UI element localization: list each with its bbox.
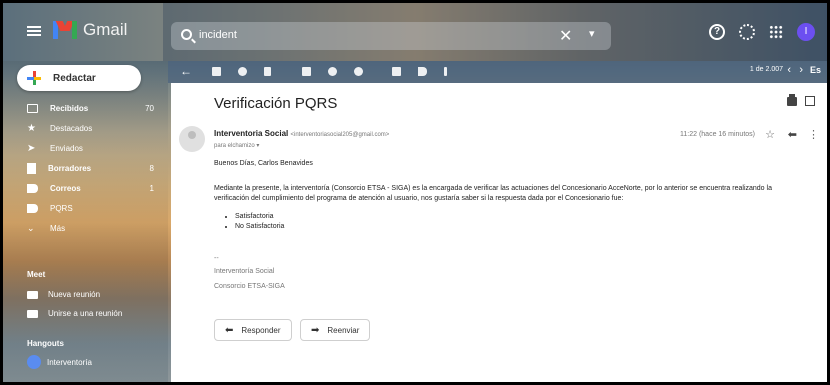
message-toolbar: ← 1 de 2.007 ‹ › Es [168,61,827,83]
join-meeting-label: Unirse a una reunión [48,309,123,318]
recipient-details[interactable]: para elchamizo ▾ [214,142,259,149]
compose-button[interactable]: Redactar [17,65,141,91]
sender-avatar [179,126,205,152]
reply-arrow-icon: ⬅ [225,324,234,336]
inbox-icon [27,103,38,113]
draft-icon [27,162,36,174]
gmail-window: Gmail incident ✕ ▾ ? I Redactar Recibido… [3,3,827,382]
previous-message-icon[interactable]: ‹ [787,64,791,76]
gmail-logo-text: Gmail [83,20,128,39]
message-time: 11:22 (hace 16 minutos) [680,131,755,138]
unread-count: 1 [149,183,154,193]
star-icon: ★ [27,122,36,134]
mark-unread-icon[interactable] [302,67,311,76]
new-meeting-button[interactable]: Nueva reunión [27,290,100,299]
sidebar-item-drafts[interactable]: Borradores 8 [3,158,168,178]
pagination-text: 1 de 2.007 [749,66,783,73]
compose-plus-icon [27,71,41,85]
new-meeting-label: Nueva reunión [48,290,101,299]
sidebar-nav: Recibidos 70 ★ Destacados ➤ Enviados Bor… [3,98,168,238]
main-menu-icon[interactable] [27,26,41,36]
hangouts-user-name: Interventoría [47,357,92,367]
sidebar-item-label: PQRS [50,203,73,213]
account-avatar[interactable]: I [797,23,815,41]
search-bar[interactable]: incident ✕ ▾ [171,22,611,50]
sidebar-item-pqrs[interactable]: PQRS [3,198,168,218]
archive-icon[interactable] [212,67,221,76]
print-icon[interactable] [787,94,797,106]
send-icon: ➤ [27,142,36,154]
settings-gear-icon[interactable] [739,24,755,40]
sender-line: Interventoria Social <interventoriasocia… [214,129,389,138]
message-subject: Verificación PQRS [214,95,338,112]
compose-label: Redactar [53,72,96,84]
sidebar-item-inbox[interactable]: Recibidos 70 [3,98,168,118]
forward-arrow-icon: ➡ [311,324,320,336]
more-options-icon[interactable] [444,67,447,76]
forward-button[interactable]: ➡ Reenviar [300,319,371,341]
list-item: Satisfactoria [235,213,284,220]
search-icon[interactable] [181,29,192,40]
search-input[interactable]: incident [199,29,237,41]
message-view: Verificación PQRS Interventoria Social <… [171,83,827,382]
forward-label: Reenviar [327,325,360,335]
join-meeting-button[interactable]: Unirse a una reunión [27,309,122,318]
sidebar-item-sent[interactable]: ➤ Enviados [3,138,168,158]
keyboard-icon [27,309,38,318]
search-options-icon[interactable]: ▾ [589,27,595,40]
chevron-down-icon: ⌄ [27,222,35,233]
options-list: Satisfactoria No Satisfactoria [235,213,284,233]
report-spam-icon[interactable] [238,67,247,76]
signature-line-1: Interventoría Social [214,268,275,275]
sidebar-item-label: Recibidos [50,103,89,113]
apps-grid-icon[interactable] [769,25,783,39]
back-arrow-icon[interactable]: ← [180,64,192,78]
sidebar-item-label: Destacados [50,123,93,133]
label-icon [27,183,38,193]
hangouts-user[interactable]: Interventoría [27,355,92,369]
clear-search-icon[interactable]: ✕ [559,26,572,46]
add-task-icon[interactable] [354,67,363,76]
greeting: Buenos Días, Carlos Benavides [214,160,313,167]
hangouts-section-title: Hangouts [27,339,64,348]
delete-icon[interactable] [264,67,271,76]
more-vert-icon[interactable]: ⋮ [808,128,819,141]
reply-icon[interactable]: ⬅ [788,128,797,141]
sidebar-item-label: Borradores [48,163,92,173]
message-paragraph: Mediante la presente, la interventoría (… [214,185,772,202]
sidebar-item-correos[interactable]: Correos 1 [3,178,168,198]
header-actions: ? I [709,23,815,41]
move-to-icon[interactable] [392,67,401,76]
reply-button[interactable]: ⬅ Responder [214,319,292,341]
list-item: No Satisfactoria [235,223,284,230]
user-avatar-icon [27,355,41,369]
video-camera-icon [27,290,38,299]
label-icon [27,203,38,213]
unread-count: 70 [145,103,154,113]
signature-dashes: -- [214,255,219,262]
gmail-m-icon [53,21,77,39]
reply-label: Responder [241,325,281,335]
open-new-window-icon[interactable] [805,96,815,106]
sender-email: <interventoriasocial205@gmail.com> [290,132,390,138]
help-icon[interactable]: ? [709,24,725,40]
gmail-logo[interactable]: Gmail [53,20,127,40]
next-message-icon[interactable]: › [799,64,803,76]
sidebar-item-starred[interactable]: ★ Destacados [3,118,168,138]
sidebar-item-more[interactable]: ⌄ Más [3,218,168,238]
draft-count: 8 [149,163,154,173]
sidebar-item-label: Correos [50,183,81,193]
sidebar-item-label: Más [50,223,66,233]
meet-section-title: Meet [27,270,46,279]
star-icon[interactable]: ☆ [765,128,775,141]
sender-name[interactable]: Interventoria Social [214,129,288,138]
signature-line-2: Consorcio ETSA-SIGA [214,283,285,290]
input-language-selector[interactable]: Es [810,65,821,75]
sidebar-item-label: Enviados [50,143,83,153]
snooze-icon[interactable] [328,67,337,76]
label-as-icon[interactable] [418,67,427,76]
